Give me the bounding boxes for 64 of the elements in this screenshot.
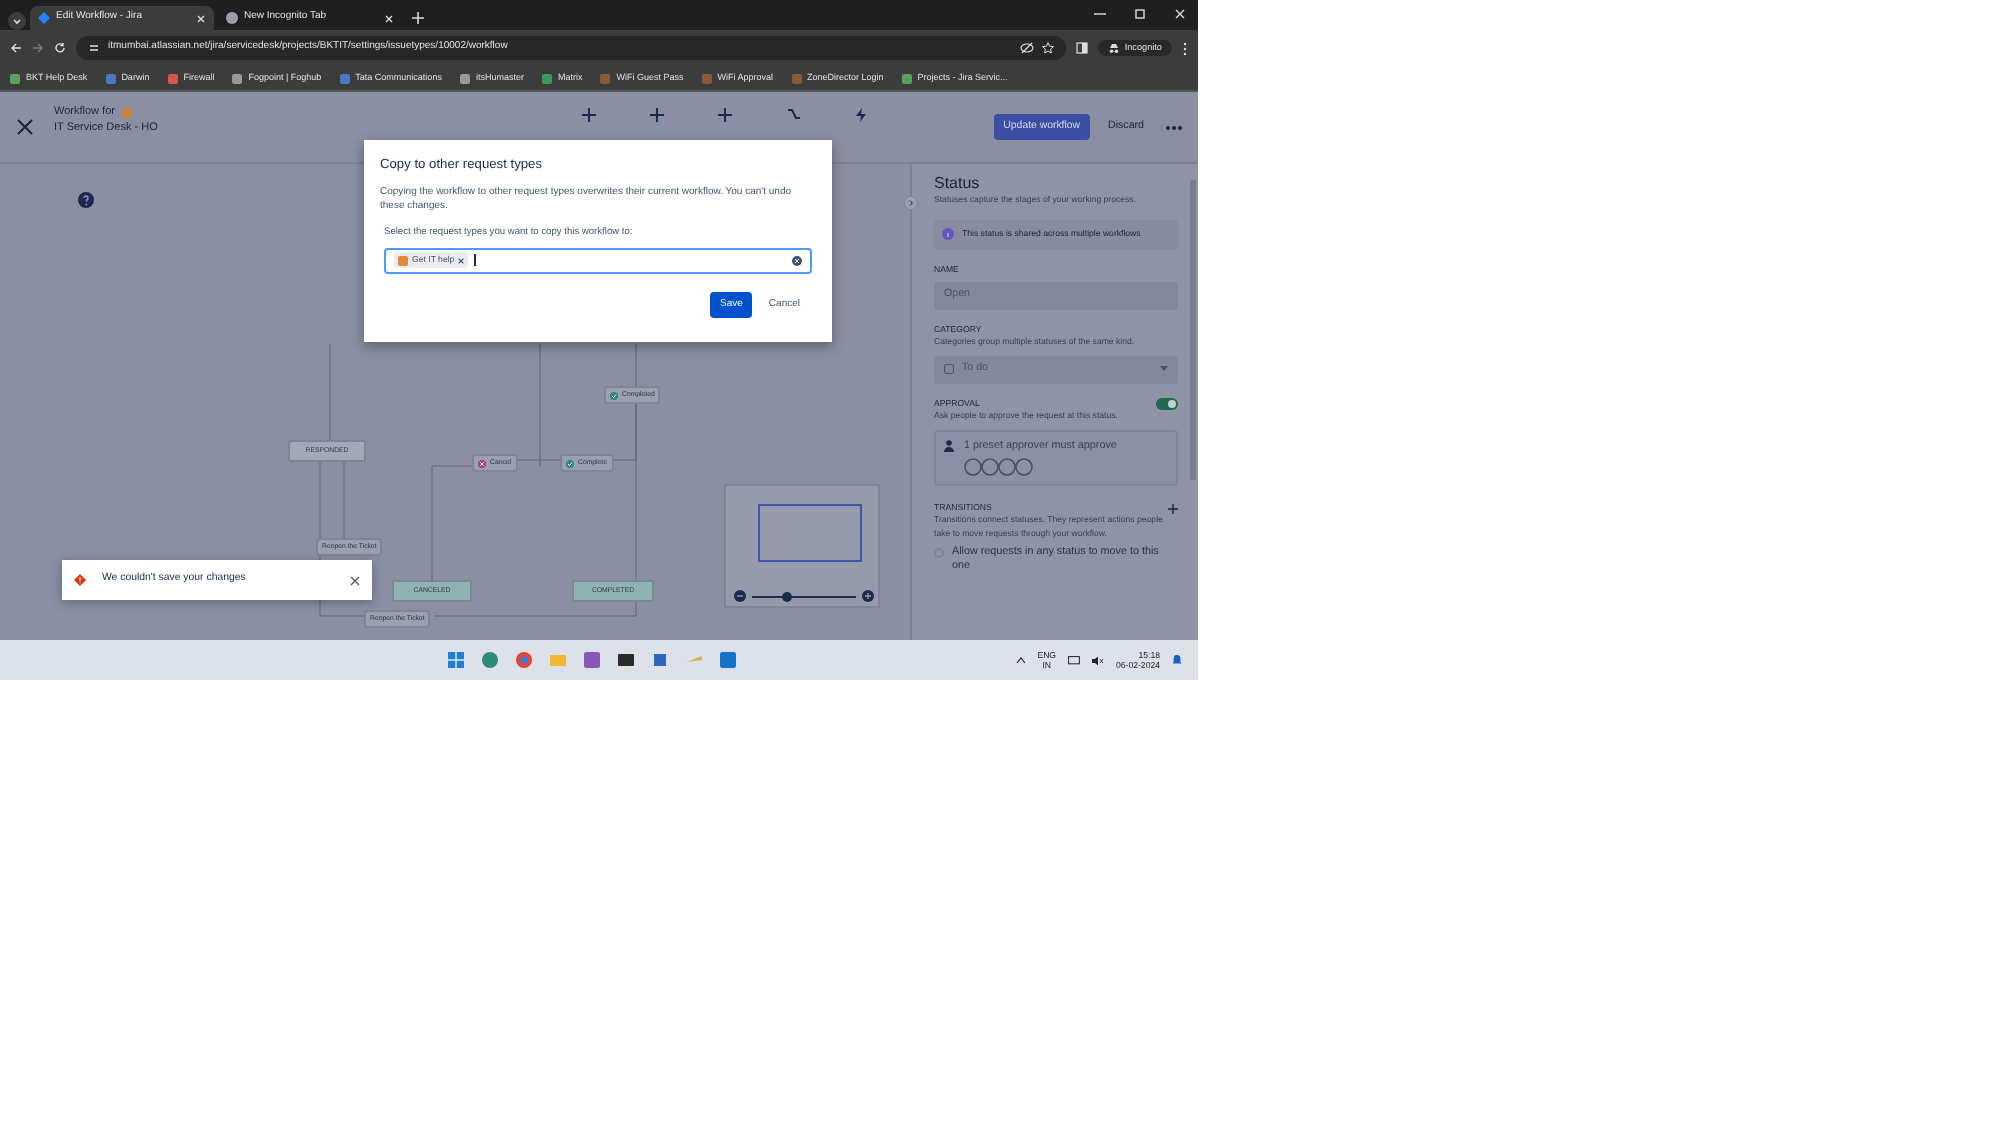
reload-icon[interactable] [54,42,66,54]
zoom-out-icon[interactable] [734,590,746,602]
terminal-icon[interactable] [618,652,634,668]
bookmark-icon [167,73,178,83]
forward-icon[interactable] [32,42,44,54]
error-icon [74,574,86,586]
bookmark-icon [105,73,116,83]
zoom-slider-thumb[interactable] [781,591,792,601]
zoom-in-icon[interactable] [862,590,874,602]
cancel-icon [478,459,486,468]
speaker-icon[interactable] [1092,655,1105,665]
bookmark-icon [600,73,611,83]
bookmark-icon [10,73,20,83]
start-icon[interactable] [448,652,464,668]
plus-icon[interactable] [649,108,664,122]
minimize-icon[interactable] [1094,8,1106,20]
check-circle-icon [566,459,574,468]
more-icon[interactable] [1182,41,1188,55]
plus-icon[interactable] [581,108,596,122]
new-tab-icon[interactable] [412,12,424,24]
approval-toggle[interactable] [1156,398,1178,411]
plus-icon[interactable] [717,108,732,122]
help-icon[interactable] [78,192,94,208]
bell-icon[interactable] [1172,654,1182,666]
bookmark-icon [541,73,552,83]
edge-icon[interactable] [482,652,498,668]
monitor-icon[interactable] [1068,655,1081,665]
restore-icon[interactable] [1134,8,1146,20]
caret-icon [1160,366,1168,373]
lightning-icon[interactable] [853,108,868,122]
transition-icon[interactable] [785,108,800,122]
bookmark-icon [232,73,243,83]
status-swatch-icon [944,364,954,375]
clear-icon[interactable] [792,255,802,266]
close-icon[interactable] [16,118,34,136]
incognito-icon [226,12,238,24]
request-type-icon [398,255,408,266]
jira-icon [38,12,50,24]
scrollbar-thumb[interactable] [1190,180,1196,480]
side-panel-icon[interactable] [1076,42,1089,54]
close-icon[interactable] [350,575,360,585]
bookmark-icon [339,73,350,83]
star-icon[interactable] [1042,42,1055,54]
info-icon [942,228,954,241]
request-type-icon [122,108,133,119]
panel-title: Status [934,176,982,194]
eye-off-icon[interactable] [1020,42,1035,54]
minimap-viewport[interactable] [758,504,862,562]
back-icon[interactable] [10,42,22,54]
bookmark-icon [791,73,801,83]
incognito-icon [1108,41,1121,54]
plus-icon[interactable] [1168,503,1178,514]
approver-icon [944,439,956,452]
bookmark-icon [701,73,712,83]
avatar-group-icon [964,457,1036,476]
remove-icon[interactable] [458,257,465,264]
chrome-icon[interactable] [516,652,532,668]
bookmark-icon [459,73,470,83]
site-info-icon[interactable] [88,42,100,54]
text-cursor [474,254,476,267]
chevron-up-icon[interactable] [1015,656,1026,664]
check-circle-icon [610,391,618,400]
bookmark-icon [901,73,912,83]
tab-list-icon[interactable] [8,12,26,30]
